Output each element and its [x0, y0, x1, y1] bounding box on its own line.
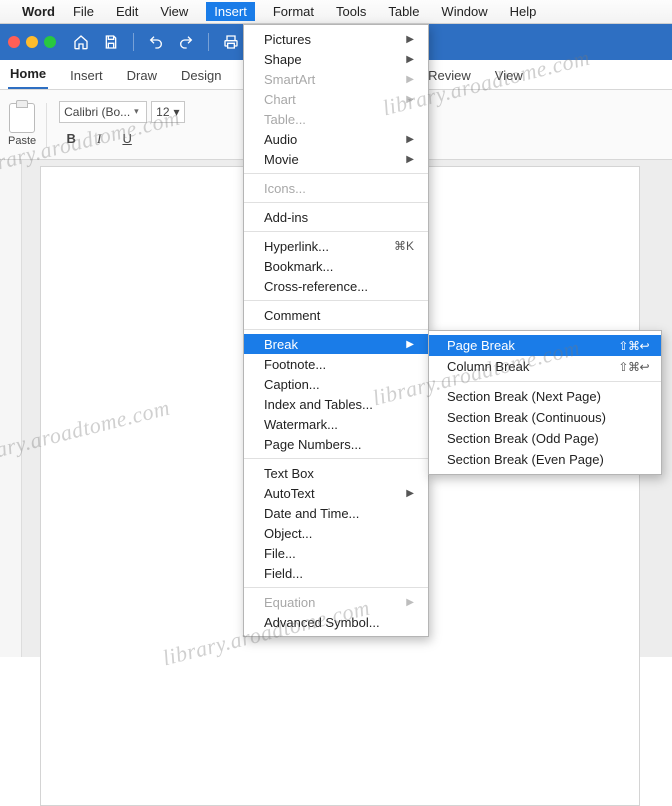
minimize-window-icon[interactable]	[26, 36, 38, 48]
bold-button[interactable]: B	[61, 129, 81, 149]
menu-separator	[244, 173, 428, 174]
app-name[interactable]: Word	[22, 4, 55, 19]
menu-item-shape[interactable]: Shape▶	[244, 49, 428, 69]
font-name-select[interactable]: Calibri (Bo... ▾	[59, 101, 147, 123]
menu-item-watermark[interactable]: Watermark...	[244, 414, 428, 434]
menu-item-equation: Equation▶	[244, 592, 428, 612]
menu-item-table: Table...	[244, 109, 428, 129]
tab-view[interactable]: View	[493, 62, 525, 89]
menu-item-audio[interactable]: Audio▶	[244, 129, 428, 149]
menu-table[interactable]: Table	[384, 2, 423, 21]
menu-item-page-numbers[interactable]: Page Numbers...	[244, 434, 428, 454]
print-icon[interactable]	[220, 31, 242, 53]
insert-dropdown-menu: Pictures▶ Shape▶ SmartArt▶ Chart▶ Table.…	[243, 24, 429, 637]
paste-label[interactable]: Paste	[8, 135, 36, 147]
menu-separator	[244, 300, 428, 301]
menu-item-advanced-symbol[interactable]: Advanced Symbol...	[244, 612, 428, 632]
clipboard-icon[interactable]	[9, 103, 35, 133]
menu-file[interactable]: File	[69, 2, 98, 21]
submenu-item-section-continuous[interactable]: Section Break (Continuous)	[429, 407, 661, 428]
menu-format[interactable]: Format	[269, 2, 318, 21]
menu-item-comment[interactable]: Comment	[244, 305, 428, 325]
menu-item-hyperlink[interactable]: Hyperlink...⌘K	[244, 236, 428, 256]
font-size-select[interactable]: 12 ▾	[151, 101, 185, 123]
submenu-arrow-icon: ▶	[406, 597, 414, 608]
separator	[208, 33, 209, 51]
menu-item-pictures[interactable]: Pictures▶	[244, 29, 428, 49]
menu-item-icons: Icons...	[244, 178, 428, 198]
tab-home[interactable]: Home	[8, 60, 48, 89]
tab-review[interactable]: Review	[426, 62, 473, 89]
menu-item-caption[interactable]: Caption...	[244, 374, 428, 394]
submenu-arrow-icon: ▶	[406, 134, 414, 145]
tab-insert[interactable]: Insert	[68, 62, 105, 89]
menu-item-chart: Chart▶	[244, 89, 428, 109]
font-name-value: Calibri (Bo...	[64, 105, 130, 119]
tab-design[interactable]: Design	[179, 62, 223, 89]
save-icon[interactable]	[100, 31, 122, 53]
menu-item-datetime[interactable]: Date and Time...	[244, 503, 428, 523]
close-window-icon[interactable]	[8, 36, 20, 48]
break-submenu: Page Break⇧⌘↩ Column Break⇧⌘↩ Section Br…	[428, 330, 662, 475]
submenu-arrow-icon: ▶	[406, 94, 414, 105]
menu-item-break[interactable]: Break▶	[244, 334, 428, 354]
menu-item-bookmark[interactable]: Bookmark...	[244, 256, 428, 276]
undo-icon[interactable]	[145, 31, 167, 53]
menu-tools[interactable]: Tools	[332, 2, 370, 21]
separator	[133, 33, 134, 51]
menu-help[interactable]: Help	[506, 2, 541, 21]
submenu-arrow-icon: ▶	[406, 154, 414, 165]
submenu-arrow-icon: ▶	[406, 34, 414, 45]
mac-menubar: Word File Edit View Insert Format Tools …	[0, 0, 672, 24]
maximize-window-icon[interactable]	[44, 36, 56, 48]
menu-item-file[interactable]: File...	[244, 543, 428, 563]
menu-insert[interactable]: Insert	[206, 2, 255, 21]
italic-button[interactable]: I	[89, 129, 109, 149]
shortcut-label: ⇧⌘↩	[618, 360, 649, 374]
menu-window[interactable]: Window	[437, 2, 491, 21]
chevron-down-icon: ▾	[174, 105, 180, 119]
menu-item-index-tables[interactable]: Index and Tables...	[244, 394, 428, 414]
submenu-item-section-next[interactable]: Section Break (Next Page)	[429, 386, 661, 407]
submenu-item-section-odd[interactable]: Section Break (Odd Page)	[429, 428, 661, 449]
menu-separator	[244, 458, 428, 459]
underline-button[interactable]: U	[117, 129, 137, 149]
submenu-arrow-icon: ▶	[406, 54, 414, 65]
submenu-item-page-break[interactable]: Page Break⇧⌘↩	[429, 335, 661, 356]
menu-item-smartart: SmartArt▶	[244, 69, 428, 89]
menu-item-autotext[interactable]: AutoText▶	[244, 483, 428, 503]
submenu-arrow-icon: ▶	[406, 488, 414, 499]
menu-item-footnote[interactable]: Footnote...	[244, 354, 428, 374]
menu-item-object[interactable]: Object...	[244, 523, 428, 543]
submenu-arrow-icon: ▶	[406, 339, 414, 350]
menu-item-addins[interactable]: Add-ins	[244, 207, 428, 227]
submenu-item-column-break[interactable]: Column Break⇧⌘↩	[429, 356, 661, 377]
submenu-arrow-icon: ▶	[406, 74, 414, 85]
tab-draw[interactable]: Draw	[125, 62, 159, 89]
menu-item-textbox[interactable]: Text Box	[244, 463, 428, 483]
font-group: Calibri (Bo... ▾ 12 ▾ B I U	[59, 101, 185, 149]
redo-icon[interactable]	[175, 31, 197, 53]
menu-separator	[244, 202, 428, 203]
shortcut-label: ⇧⌘↩	[618, 339, 649, 353]
submenu-item-section-even[interactable]: Section Break (Even Page)	[429, 449, 661, 470]
window-controls	[8, 36, 56, 48]
vertical-ruler[interactable]	[0, 160, 22, 657]
menu-separator	[244, 587, 428, 588]
shortcut-label: ⌘K	[394, 239, 414, 253]
menu-edit[interactable]: Edit	[112, 2, 142, 21]
menu-item-movie[interactable]: Movie▶	[244, 149, 428, 169]
menu-view[interactable]: View	[156, 2, 192, 21]
menu-item-field[interactable]: Field...	[244, 563, 428, 583]
menu-item-crossref[interactable]: Cross-reference...	[244, 276, 428, 296]
home-icon[interactable]	[70, 31, 92, 53]
paste-group: Paste	[8, 103, 47, 147]
menu-separator	[244, 329, 428, 330]
font-size-value: 12	[156, 105, 169, 119]
menu-separator	[429, 381, 661, 382]
chevron-down-icon: ▾	[134, 106, 139, 117]
menu-separator	[244, 231, 428, 232]
